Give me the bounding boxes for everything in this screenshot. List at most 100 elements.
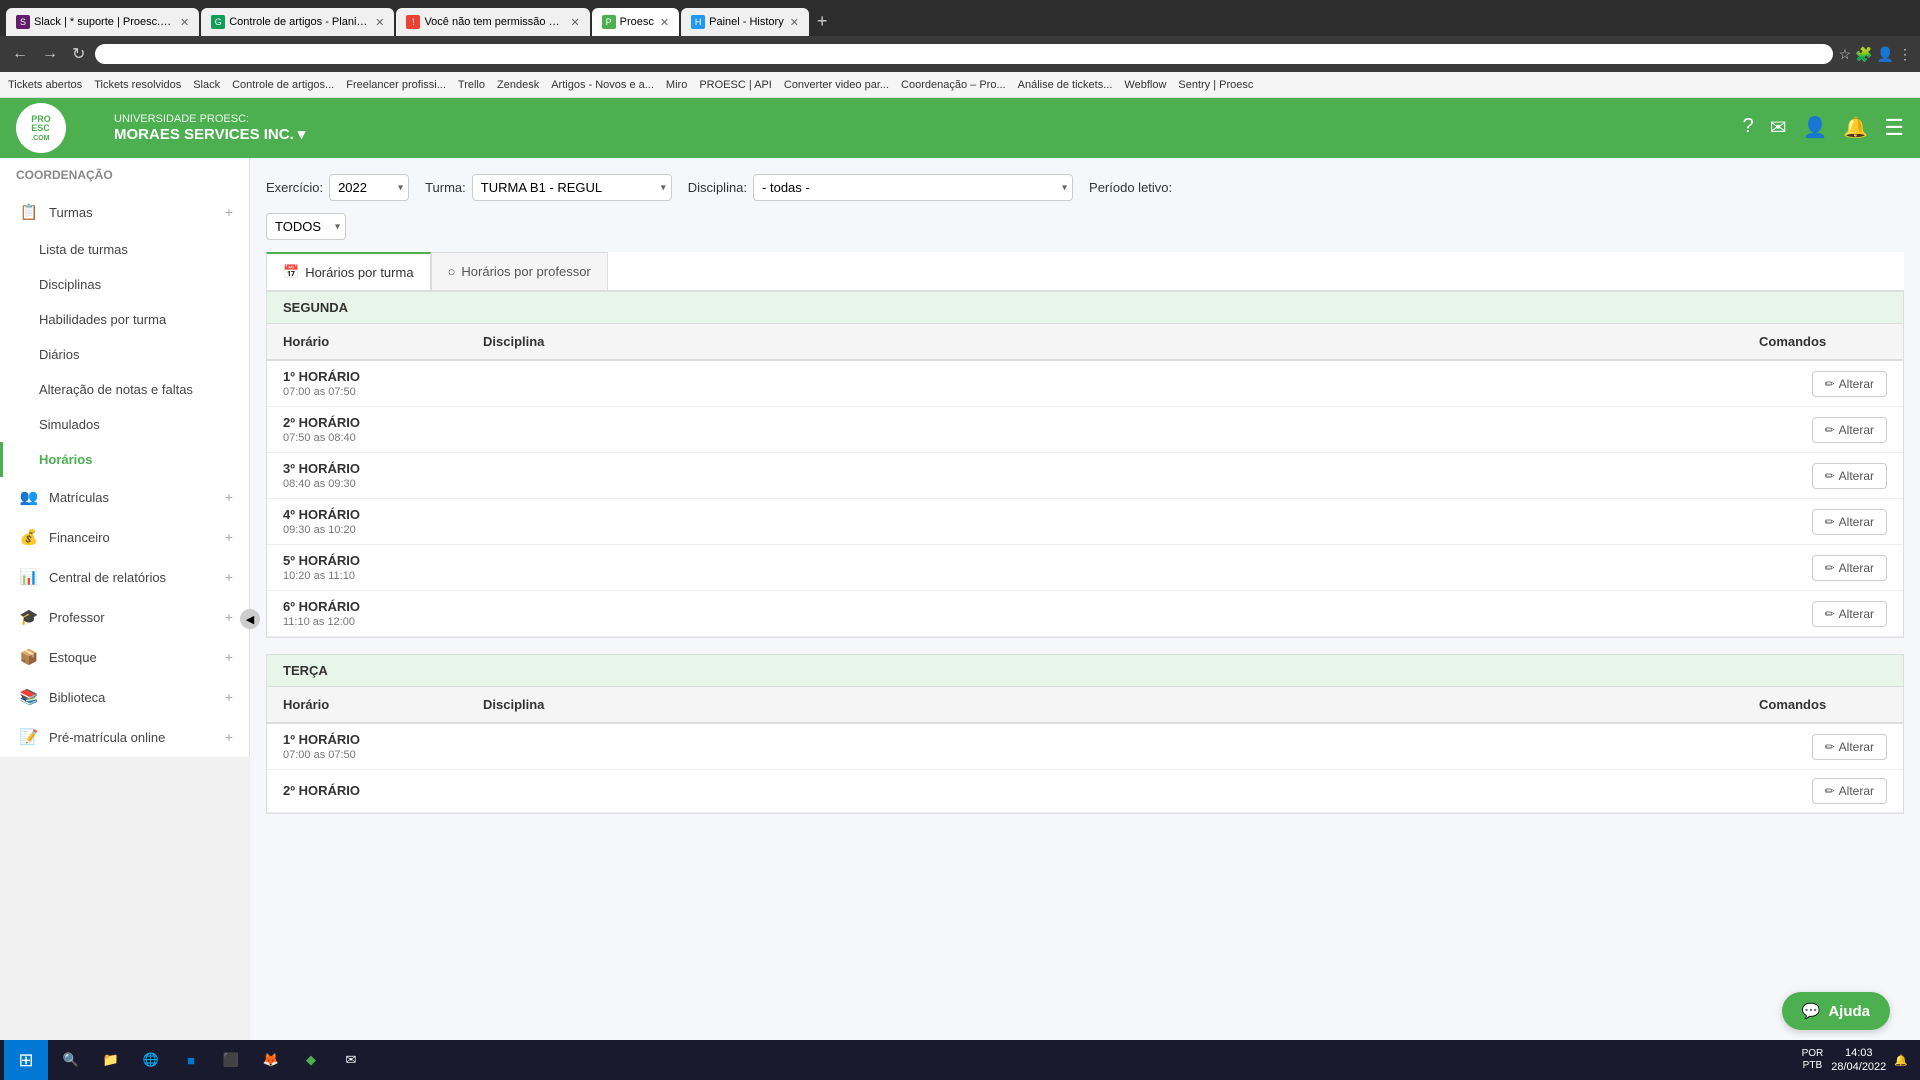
browser-tab-history[interactable]: H Painel - History ✕ — [681, 8, 809, 36]
bookmark-converter[interactable]: Converter video par... — [784, 79, 889, 91]
sidebar-item-lista-turmas[interactable]: Lista de turmas — [0, 232, 249, 267]
horario-time-1: 07:50 as 08:40 — [283, 432, 451, 444]
comandos-cell-0: ✏ Alterar — [1743, 360, 1903, 407]
sidebar-label-diarios: Diários — [39, 347, 79, 362]
hamburger-icon[interactable]: ☰ — [1884, 115, 1904, 141]
sidebar-item-professor[interactable]: 🎓 Professor + — [0, 597, 249, 637]
sidebar-item-pre-matricula[interactable]: 📝 Pré-matrícula online + — [0, 717, 249, 757]
sidebar-item-financeiro[interactable]: 💰 Financeiro + — [0, 517, 249, 557]
tab-close-perm[interactable]: ✕ — [570, 16, 579, 29]
help-icon[interactable]: ? — [1743, 115, 1754, 141]
table-header-row: Horário Disciplina Comandos — [267, 324, 1903, 360]
filter-group-periodo: Período letivo: — [1089, 180, 1172, 195]
forward-button[interactable]: → — [38, 43, 62, 65]
sidebar-label-central-relatorios: Central de relatórios — [49, 570, 166, 585]
tab-close-slack[interactable]: ✕ — [180, 16, 189, 29]
disciplina-cell-3 — [467, 499, 1743, 545]
bookmark-icon[interactable]: ☆ — [1839, 46, 1852, 63]
bookmark-sentry[interactable]: Sentry | Proesc — [1178, 79, 1253, 91]
bell-icon[interactable]: 🔔 — [1843, 115, 1868, 141]
tab-close-proesc[interactable]: ✕ — [660, 16, 669, 29]
alterar-button-segunda-5[interactable]: ✏ Alterar — [1812, 601, 1887, 627]
bookmark-coordenacao[interactable]: Coordenação – Pro... — [901, 79, 1006, 91]
taskbar-icon-terminal[interactable]: ⬛ — [212, 1041, 250, 1079]
tab-horarios-professor[interactable]: ○ Horários por professor — [431, 252, 608, 290]
taskbar-icon-mail[interactable]: ✉ — [332, 1041, 370, 1079]
sidebar-item-horarios[interactable]: Horários — [0, 442, 249, 477]
table-row: 6º HORÁRIO 11:10 as 12:00 ✏ Alterar — [267, 591, 1903, 637]
dropdown-arrow-icon[interactable]: ▾ — [298, 125, 306, 143]
exercicio-select[interactable]: 2022 2021 2020 — [329, 174, 409, 201]
sidebar-item-estoque[interactable]: 📦 Estoque + — [0, 637, 249, 677]
back-button[interactable]: ← — [8, 43, 32, 65]
disciplina-select[interactable]: - todas - — [753, 174, 1073, 201]
bookmark-webflow[interactable]: Webflow — [1124, 79, 1166, 91]
sidebar-item-alteracao-notas[interactable]: Alteração de notas e faltas — [0, 372, 249, 407]
reload-button[interactable]: ↻ — [68, 42, 89, 66]
ajuda-button[interactable]: 💬 Ajuda — [1782, 992, 1890, 1030]
alterar-button-segunda-0[interactable]: ✏ Alterar — [1812, 371, 1887, 397]
bookmark-analise[interactable]: Análise de tickets... — [1018, 79, 1113, 91]
alterar-button-terca-1[interactable]: ✏ Alterar — [1812, 778, 1887, 804]
sidebar-item-diarios[interactable]: Diários — [0, 337, 249, 372]
bookmark-tickets-abertos[interactable]: Tickets abertos — [8, 79, 82, 91]
start-button[interactable]: ⊞ — [4, 1040, 48, 1080]
user-icon[interactable]: 👤 — [1802, 115, 1827, 141]
schedule-segunda: SEGUNDA Horário Disciplina Comandos — [266, 291, 1904, 638]
turma-select[interactable]: TURMA B1 - REGUL — [472, 174, 672, 201]
alterar-button-terca-0[interactable]: ✏ Alterar — [1812, 734, 1887, 760]
sidebar-item-turmas[interactable]: 📋 Turmas + — [0, 192, 249, 232]
tab-close-history[interactable]: ✕ — [790, 16, 799, 29]
sidebar-item-central-relatorios[interactable]: 📊 Central de relatórios + — [0, 557, 249, 597]
alterar-button-segunda-3[interactable]: ✏ Alterar — [1812, 509, 1887, 535]
taskbar-icon-vscode[interactable]: ■ — [172, 1041, 210, 1079]
alterar-button-segunda-2[interactable]: ✏ Alterar — [1812, 463, 1887, 489]
bookmark-trello[interactable]: Trello — [458, 79, 485, 91]
taskbar-icon-search[interactable]: 🔍 — [52, 1041, 90, 1079]
taskbar-icon-chrome[interactable]: 🌐 — [132, 1041, 170, 1079]
profile-icon[interactable]: 👤 — [1877, 46, 1894, 63]
browser-tab-sheets[interactable]: G Controle de artigos - Planilhas G... ✕ — [201, 8, 394, 36]
bookmark-zendesk[interactable]: Zendesk — [497, 79, 539, 91]
taskbar-notification-icon[interactable]: 🔔 — [1894, 1054, 1908, 1067]
alterar-button-segunda-4[interactable]: ✏ Alterar — [1812, 555, 1887, 581]
bookmark-freelancer[interactable]: Freelancer profissi... — [346, 79, 446, 91]
sidebar-item-simulados[interactable]: Simulados — [0, 407, 249, 442]
sidebar-label-lista-turmas: Lista de turmas — [39, 242, 128, 257]
bookmark-controle-artigos[interactable]: Controle de artigos... — [232, 79, 334, 91]
sidebar-item-disciplinas[interactable]: Disciplinas — [0, 267, 249, 302]
menu-icon[interactable]: ⋮ — [1898, 46, 1912, 63]
sidebar-collapse-button[interactable]: ◀ — [240, 609, 260, 629]
main-content: Exercício: 2022 2021 2020 Turma: — [250, 158, 1920, 1080]
horario-name-3: 4º HORÁRIO — [283, 507, 451, 522]
browser-tab-proesc[interactable]: P Proesc ✕ — [592, 8, 679, 36]
sidebar-item-biblioteca[interactable]: 📚 Biblioteca + — [0, 677, 249, 717]
bookmark-artigos[interactable]: Artigos - Novos e a... — [551, 79, 654, 91]
day-label-terca: TERÇA — [283, 663, 328, 678]
taskbar-icon-browser2[interactable]: 🦊 — [252, 1041, 290, 1079]
sidebar-item-habilidades[interactable]: Habilidades por turma — [0, 302, 249, 337]
extensions-icon[interactable]: 🧩 — [1855, 46, 1872, 63]
browser-tab-perm[interactable]: ! Você não tem permissão para a... ✕ — [396, 8, 589, 36]
todos-select[interactable]: TODOS — [266, 213, 346, 240]
horario-cell-terca-1: 2º HORÁRIO — [267, 770, 467, 813]
new-tab-button[interactable]: + — [811, 11, 834, 32]
bookmark-proesc-api[interactable]: PROESC | API — [699, 79, 772, 91]
uni-name: MORAES SERVICES INC. ▾ — [114, 125, 305, 143]
taskbar-icon-app1[interactable]: ◆ — [292, 1041, 330, 1079]
table-row: 2º HORÁRIO ✏ Alterar — [267, 770, 1903, 813]
bookmark-tickets-resolvidos[interactable]: Tickets resolvidos — [94, 79, 181, 91]
col-header-comandos: Comandos — [1743, 324, 1903, 360]
tab-horarios-turma[interactable]: 📅 Horários por turma — [266, 252, 431, 290]
alterar-button-segunda-1[interactable]: ✏ Alterar — [1812, 417, 1887, 443]
bookmark-slack[interactable]: Slack — [193, 79, 220, 91]
tab-close-sheets[interactable]: ✕ — [375, 16, 384, 29]
table-row: 1º HORÁRIO 07:00 as 07:50 ✏ Alterar — [267, 723, 1903, 770]
address-input[interactable]: app.proesc.com/coordenador/horarios_turm… — [95, 44, 1832, 64]
sidebar-item-matriculas[interactable]: 👥 Matrículas + — [0, 477, 249, 517]
horario-name-terca-1: 2º HORÁRIO — [283, 783, 451, 798]
browser-tab-slack[interactable]: S Slack | * suporte | Proesc.com ✕ — [6, 8, 199, 36]
mail-icon[interactable]: ✉ — [1770, 115, 1787, 141]
bookmark-miro[interactable]: Miro — [666, 79, 687, 91]
taskbar-icon-file[interactable]: 📁 — [92, 1041, 130, 1079]
